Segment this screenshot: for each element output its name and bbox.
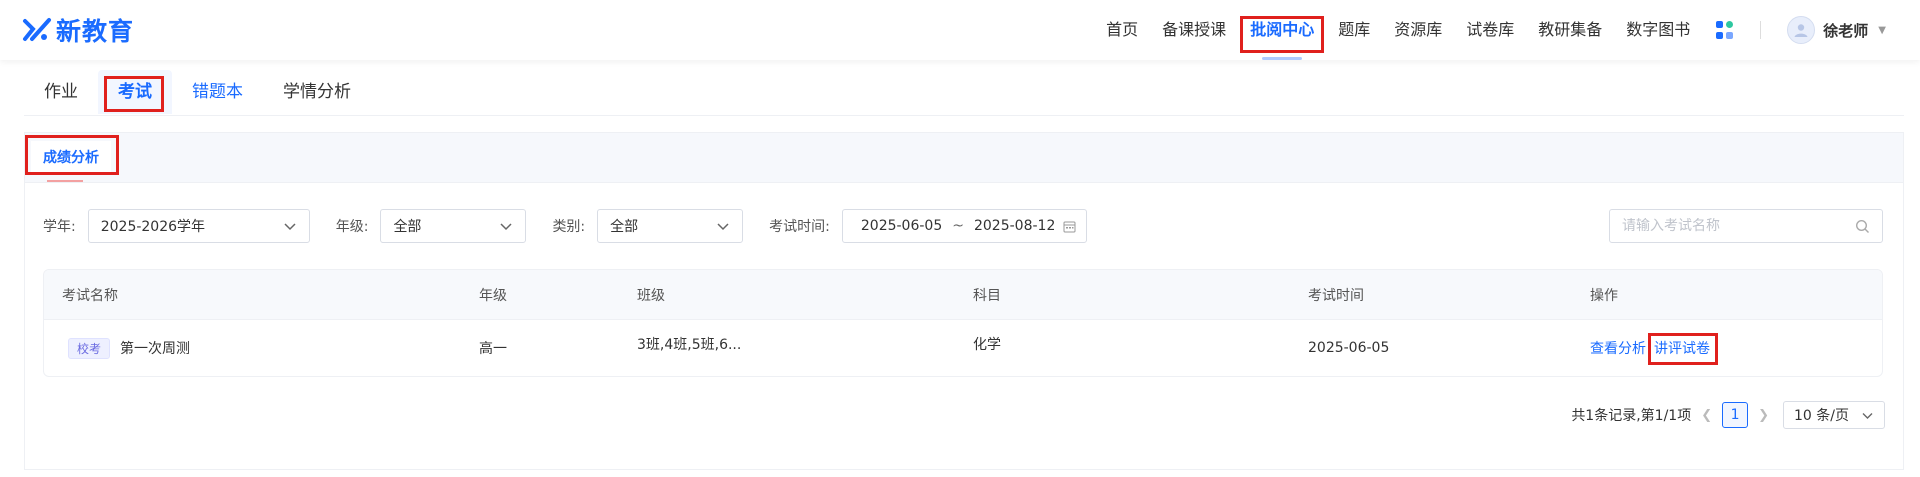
tab-score-analysis[interactable]: 成绩分析 [25,135,119,183]
nav-item-label: 首页 [1106,20,1139,39]
exam-name-cell: 校考 第一次周测 [68,337,191,359]
table-row: 校考 第一次周测 高一 3班,4班,5班,6... 化学 2025-06-05 查… [44,320,1882,376]
actions-cell: 查看分析 讲评试卷 [1590,333,1718,365]
exam-date-range-picker[interactable]: 2025-06-05 ~ 2025-08-12 [841,209,1088,243]
tab-label: 作业 [44,82,78,102]
highlight-box [104,76,164,112]
page-button-current[interactable]: 1 [1722,402,1749,428]
page-size-value: 10 条/页 [1794,408,1849,424]
exam-name: 第一次周测 [120,340,191,357]
highlight-box [1648,333,1718,365]
date-start[interactable]: 2025-06-05 [861,218,942,234]
nav-divider [1760,21,1762,39]
nav-item-label: 题库 [1338,20,1371,39]
view-analysis-link[interactable]: 查看分析 [1590,341,1646,357]
chevron-left-icon[interactable]: ❮ [1701,408,1712,423]
tab-label: 错题本 [192,82,243,102]
nav-item-review-center[interactable]: 批阅中心 [1238,0,1326,60]
calendar-icon [1063,221,1076,232]
column-header-exam-name: 考试名称 [62,287,118,304]
search-input[interactable] [1622,218,1855,234]
nav-item-paper-bank[interactable]: 试卷库 [1454,0,1526,60]
highlight-box [25,135,119,175]
review-paper-link[interactable]: 讲评试卷 [1648,333,1718,365]
nav-item-question-bank[interactable]: 题库 [1326,0,1382,60]
user-avatar-icon[interactable] [1787,16,1816,44]
category-select-value: 全部 [610,219,639,235]
nav-item-label: 资源库 [1394,20,1443,39]
user-name[interactable]: 徐老师 [1823,20,1868,41]
nav-item-label: 数字图书 [1626,20,1691,39]
brand-logo[interactable]: 新教育 [22,12,134,48]
grade-cell: 高一 [479,341,507,357]
table-header: 考试名称 年级 班级 科目 考试时间 操作 [44,270,1882,320]
pagination-summary: 共1条记录,第1/1项 [1571,408,1692,424]
chevron-down-icon [284,223,296,231]
category-filter-label: 类别: [552,219,586,235]
main-nav: 首页 备课授课 批阅中心 题库 资源库 试卷库 教研集备 数字图书 徐老师 ▼ [1094,0,1920,60]
top-navbar: 新教育 首页 备课授课 批阅中心 题库 资源库 试卷库 教研集备 数字图书 徐老… [0,0,1920,60]
exam-type-badge: 校考 [68,337,111,359]
column-header-class: 班级 [637,287,665,304]
column-header-subject: 科目 [973,287,1001,304]
brand-logo-icon [23,18,51,41]
exam-name-search[interactable] [1609,209,1883,243]
grade-select-value: 全部 [393,219,422,235]
nav-item-resources[interactable]: 资源库 [1382,0,1454,60]
page-size-select[interactable]: 10 条/页 [1783,401,1885,429]
tab-wrong-questions[interactable]: 错题本 [172,70,263,114]
date-separator: ~ [952,218,964,234]
year-select[interactable]: 2025-2026学年 [87,209,310,243]
tab-exam[interactable]: 考试 [98,70,172,114]
nav-item-lesson-prep[interactable]: 备课授课 [1150,0,1238,60]
nav-item-label: 试卷库 [1466,20,1515,39]
nav-item-digital-books[interactable]: 数字图书 [1614,0,1702,60]
tab-label: 学情分析 [283,82,351,102]
column-header-grade: 年级 [479,287,507,304]
exam-time-cell: 2025-06-05 [1308,340,1390,356]
grade-filter-label: 年级: [335,219,369,235]
chevron-right-icon[interactable]: ❯ [1758,408,1769,423]
active-underline [1262,57,1303,60]
exam-table: 考试名称 年级 班级 科目 考试时间 操作 校考 第一次周测 高一 3班,4班,5… [43,269,1883,377]
column-header-exam-time: 考试时间 [1308,287,1364,304]
pagination: 共1条记录,第1/1项 ❮ 1 ❯ 10 条/页 [1571,401,1885,429]
subject-cell: 化学 [973,337,1001,353]
nav-item-label: 备课授课 [1162,20,1227,39]
apps-grid-icon[interactable] [1716,21,1734,39]
nav-item-label: 教研集备 [1538,20,1603,39]
chevron-down-icon [1862,412,1873,419]
year-filter-label: 学年: [43,219,76,235]
chevron-down-icon [717,223,729,231]
chevron-down-icon [500,223,512,231]
caret-down-icon[interactable]: ▼ [1878,25,1886,36]
search-icon[interactable] [1855,219,1870,234]
exam-time-filter-label: 考试时间: [769,219,830,235]
grade-select[interactable]: 全部 [380,209,527,243]
nav-item-home[interactable]: 首页 [1094,0,1150,60]
highlight-box [1240,16,1325,53]
tab-learning-analysis[interactable]: 学情分析 [263,70,371,114]
year-select-value: 2025-2026学年 [100,219,206,235]
tab-homework[interactable]: 作业 [24,70,98,114]
class-cell: 3班,4班,5班,6... [637,337,742,353]
sub-tabs: 作业 考试 错题本 学情分析 [24,70,1904,116]
nav-item-research[interactable]: 教研集备 [1526,0,1614,60]
score-analysis-panel: 学年: 2025-2026学年 年级: 全部 类别: 全部 考试时间: 2025… [24,182,1904,470]
date-end[interactable]: 2025-08-12 [974,218,1055,234]
category-select[interactable]: 全部 [597,209,744,243]
brand-name: 新教育 [56,17,135,46]
panel-header: 成绩分析 [24,132,1904,183]
filter-bar: 学年: 2025-2026学年 年级: 全部 类别: 全部 考试时间: 2025… [43,209,1883,243]
column-header-actions: 操作 [1590,287,1618,304]
